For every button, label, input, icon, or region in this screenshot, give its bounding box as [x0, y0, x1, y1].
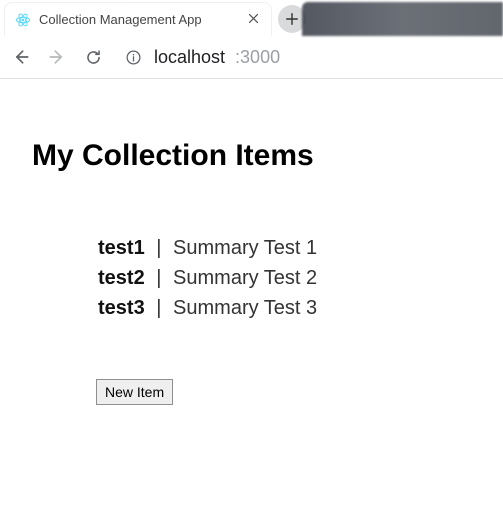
list-item: test1 | Summary Test 1 — [98, 233, 479, 263]
items-list: test1 | Summary Test 1 test2 | Summary T… — [98, 233, 479, 323]
reload-button[interactable] — [82, 46, 104, 68]
item-name: test1 — [98, 237, 145, 259]
url-host: localhost — [154, 47, 225, 68]
url-port: :3000 — [235, 47, 280, 68]
browser-tab[interactable]: Collection Management App — [4, 2, 272, 36]
item-summary: Summary Test 2 — [173, 267, 317, 289]
list-item: test3 | Summary Test 3 — [98, 293, 479, 323]
back-button[interactable] — [10, 46, 32, 68]
separator: | — [150, 237, 167, 259]
close-icon[interactable] — [246, 11, 261, 28]
separator: | — [150, 267, 167, 289]
item-summary: Summary Test 1 — [173, 237, 317, 259]
address-bar[interactable]: localhost :3000 — [118, 46, 493, 68]
site-info-icon[interactable] — [122, 46, 144, 68]
page-title: My Collection Items — [32, 139, 479, 173]
browser-toolbar: localhost :3000 — [0, 36, 503, 78]
tab-title: Collection Management App — [39, 12, 246, 27]
item-summary: Summary Test 3 — [173, 297, 317, 319]
react-icon — [15, 12, 31, 28]
item-name: test2 — [98, 267, 145, 289]
tab-strip: Collection Management App — [0, 0, 503, 36]
new-item-button[interactable]: New Item — [96, 379, 173, 405]
item-name: test3 — [98, 297, 145, 319]
page-content: My Collection Items test1 | Summary Test… — [0, 79, 503, 445]
forward-button[interactable] — [46, 46, 68, 68]
actions: New Item — [96, 379, 479, 405]
list-item: test2 | Summary Test 2 — [98, 263, 479, 293]
separator: | — [150, 297, 167, 319]
inactive-tabs-region — [302, 2, 503, 36]
